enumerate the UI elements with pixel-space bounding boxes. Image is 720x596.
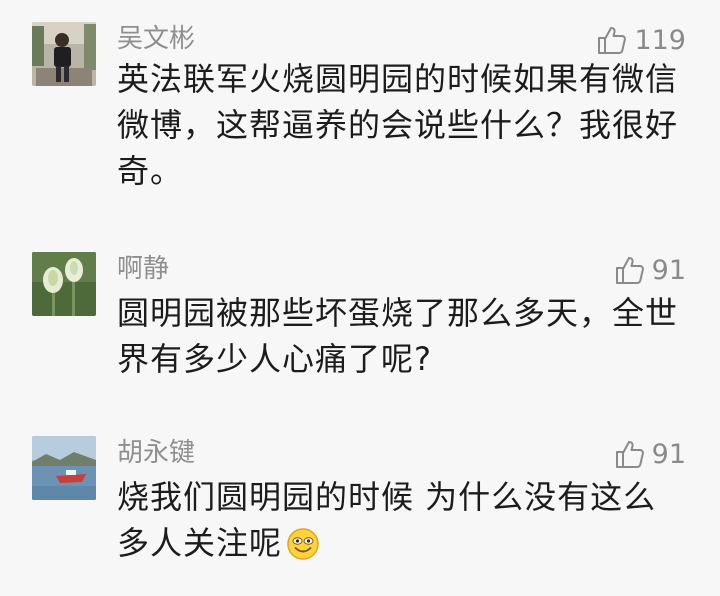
like-count: 119	[634, 24, 686, 56]
like-button[interactable]: 91	[614, 436, 686, 472]
person-photo-avatar-icon	[32, 22, 96, 86]
comment-text: 英法联军火烧圆明园的时候如果有微信微博，这帮逼养的会说些什么？我很好奇。	[117, 60, 679, 190]
lake-boat-avatar-icon	[32, 436, 96, 500]
thumbs-up-icon	[596, 24, 628, 56]
comment-author[interactable]: 胡永键	[117, 436, 195, 470]
like-count: 91	[651, 254, 686, 286]
smiley-face-emoji-icon	[286, 527, 320, 573]
avatar[interactable]	[32, 436, 96, 500]
like-count: 91	[651, 438, 686, 470]
comment-text: 烧我们圆明园的时候 为什么没有这么多人关注呢	[117, 478, 657, 562]
comment-text-block: 烧我们圆明园的时候 为什么没有这么多人关注呢	[117, 474, 689, 573]
comment-list: 吴文彬 119 英法联军火烧圆明园的时候如果有微信微博，这帮逼养的会说些什么？我…	[0, 0, 720, 596]
comment-author[interactable]: 吴文彬	[117, 22, 195, 56]
comment-text: 圆明园被那些坏蛋烧了那么多天，全世界有多少人心痛了呢?	[117, 294, 679, 378]
avatar[interactable]	[32, 22, 96, 86]
avatar[interactable]	[32, 252, 96, 316]
comment-author[interactable]: 啊静	[117, 252, 169, 286]
lotus-bud-avatar-icon	[32, 252, 96, 316]
thumbs-up-icon	[614, 254, 646, 286]
like-button[interactable]: 91	[614, 252, 686, 288]
like-button[interactable]: 119	[596, 22, 686, 58]
thumbs-up-icon	[614, 438, 646, 470]
